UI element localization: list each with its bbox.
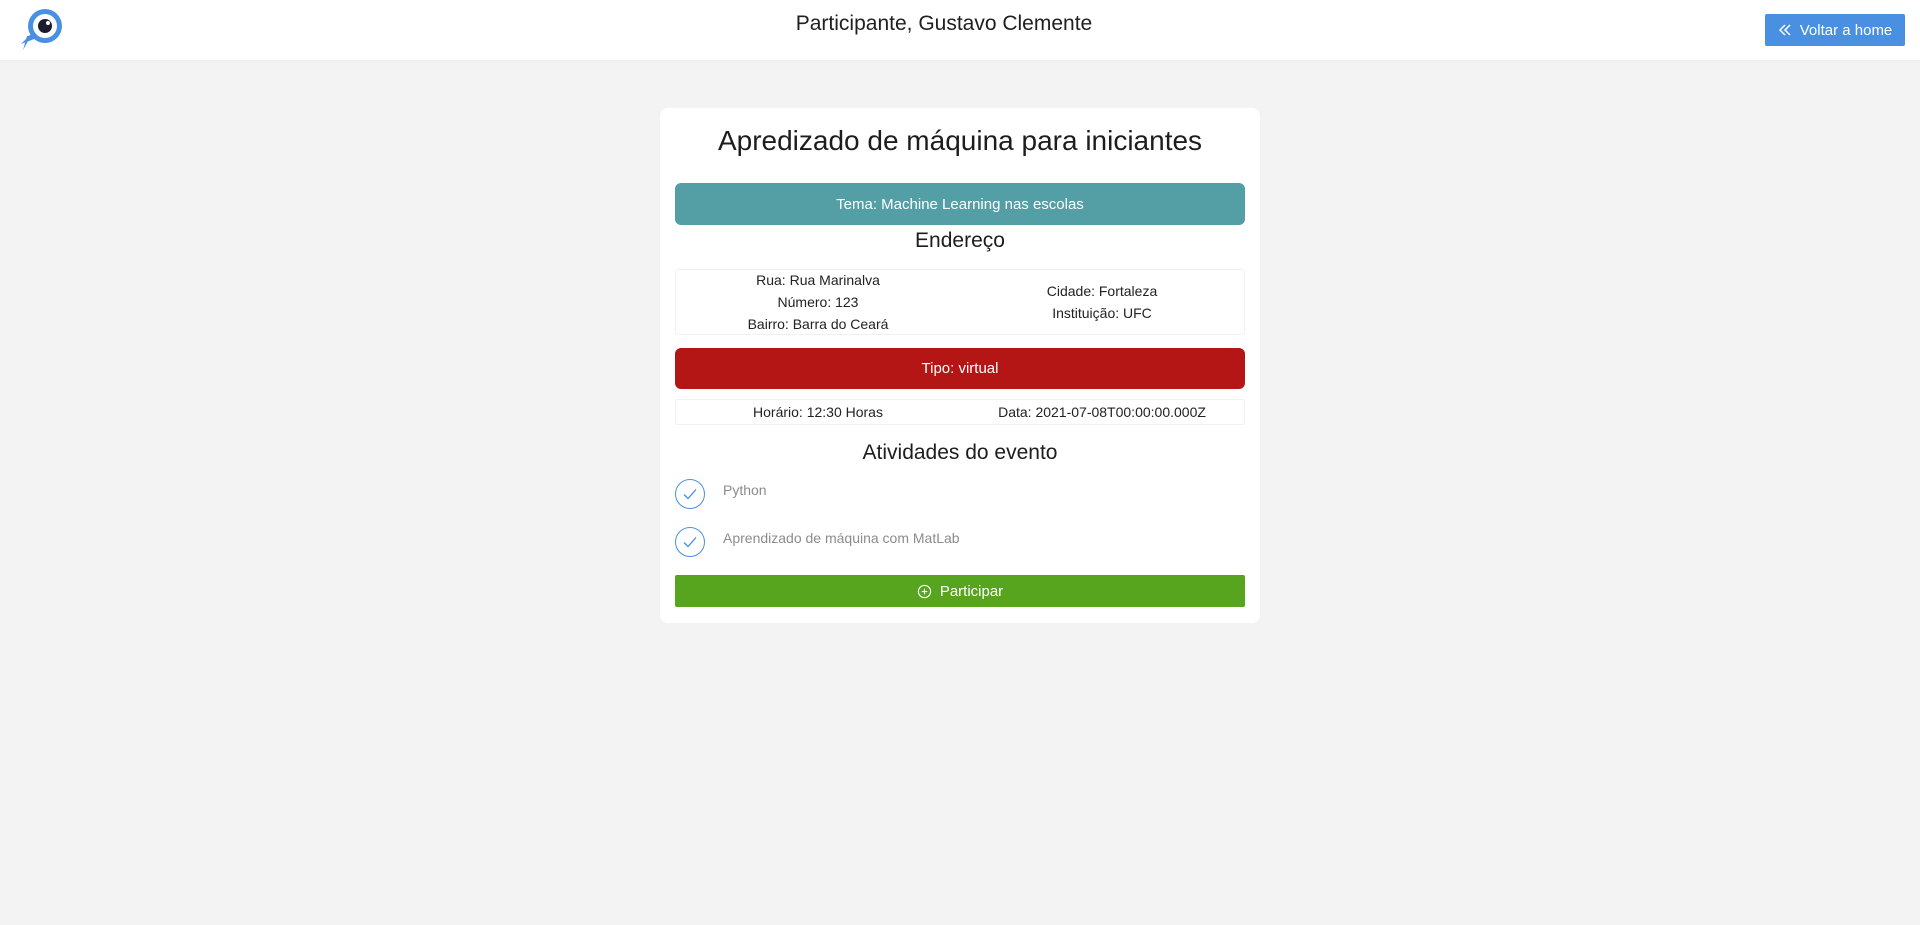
activity-check-marker: [675, 527, 705, 557]
address-box: Rua: Rua Marinalva Número: 123 Bairro: B…: [675, 269, 1245, 335]
participate-label: Participar: [939, 582, 1004, 600]
activity-label: Python: [723, 482, 767, 498]
back-home-label: Voltar a home: [1799, 21, 1893, 39]
activities-heading: Atividades do evento: [862, 441, 1058, 464]
activity-item-matlab: Aprendizado de máquina com MatLab: [675, 527, 1245, 561]
institution-text: Instituição: UFC: [1052, 305, 1152, 321]
activity-item-python: Python: [675, 479, 1245, 513]
city-text: Cidade: Fortaleza: [1046, 283, 1158, 299]
check-icon: [683, 489, 697, 500]
neighborhood-text: Bairro: Barra do Ceará: [747, 316, 889, 332]
event-title: Apredizado de máquina para iniciantes: [717, 125, 1203, 156]
address-left-column: Rua: Rua Marinalva Número: 123 Bairro: B…: [676, 270, 960, 334]
time-text: Horário: 12:30 Horas: [753, 404, 883, 420]
street-text: Rua: Rua Marinalva: [756, 272, 880, 288]
activity-label: Aprendizado de máquina com MatLab: [723, 530, 960, 546]
date-text: Data: 2021-07-08T00:00:00.000Z: [998, 404, 1206, 420]
theme-label: Tema: Machine Learning nas escolas: [836, 195, 1084, 213]
address-heading: Endereço: [915, 229, 1005, 252]
plus-circle-icon: [917, 584, 931, 598]
activity-check-marker: [675, 479, 705, 509]
schedule-box: Horário: 12:30 Horas Data: 2021-07-08T00…: [675, 399, 1245, 425]
page-title: Participante, Gustavo Clemente: [795, 12, 1093, 35]
top-header: Participante, Gustavo Clemente Voltar a …: [0, 0, 1920, 60]
address-right-column: Cidade: Fortaleza Instituição: UFC: [960, 270, 1244, 334]
check-icon: [683, 537, 697, 548]
event-card: Apredizado de máquina para iniciantes Te…: [660, 108, 1260, 623]
number-text: Número: 123: [777, 294, 859, 310]
participate-button[interactable]: Participar: [675, 575, 1245, 607]
double-chevron-left-icon: [1778, 24, 1791, 36]
type-label: Tipo: virtual: [921, 360, 999, 377]
type-banner: Tipo: virtual: [675, 348, 1245, 389]
theme-banner: Tema: Machine Learning nas escolas: [675, 183, 1245, 225]
back-home-button[interactable]: Voltar a home: [1765, 14, 1905, 46]
